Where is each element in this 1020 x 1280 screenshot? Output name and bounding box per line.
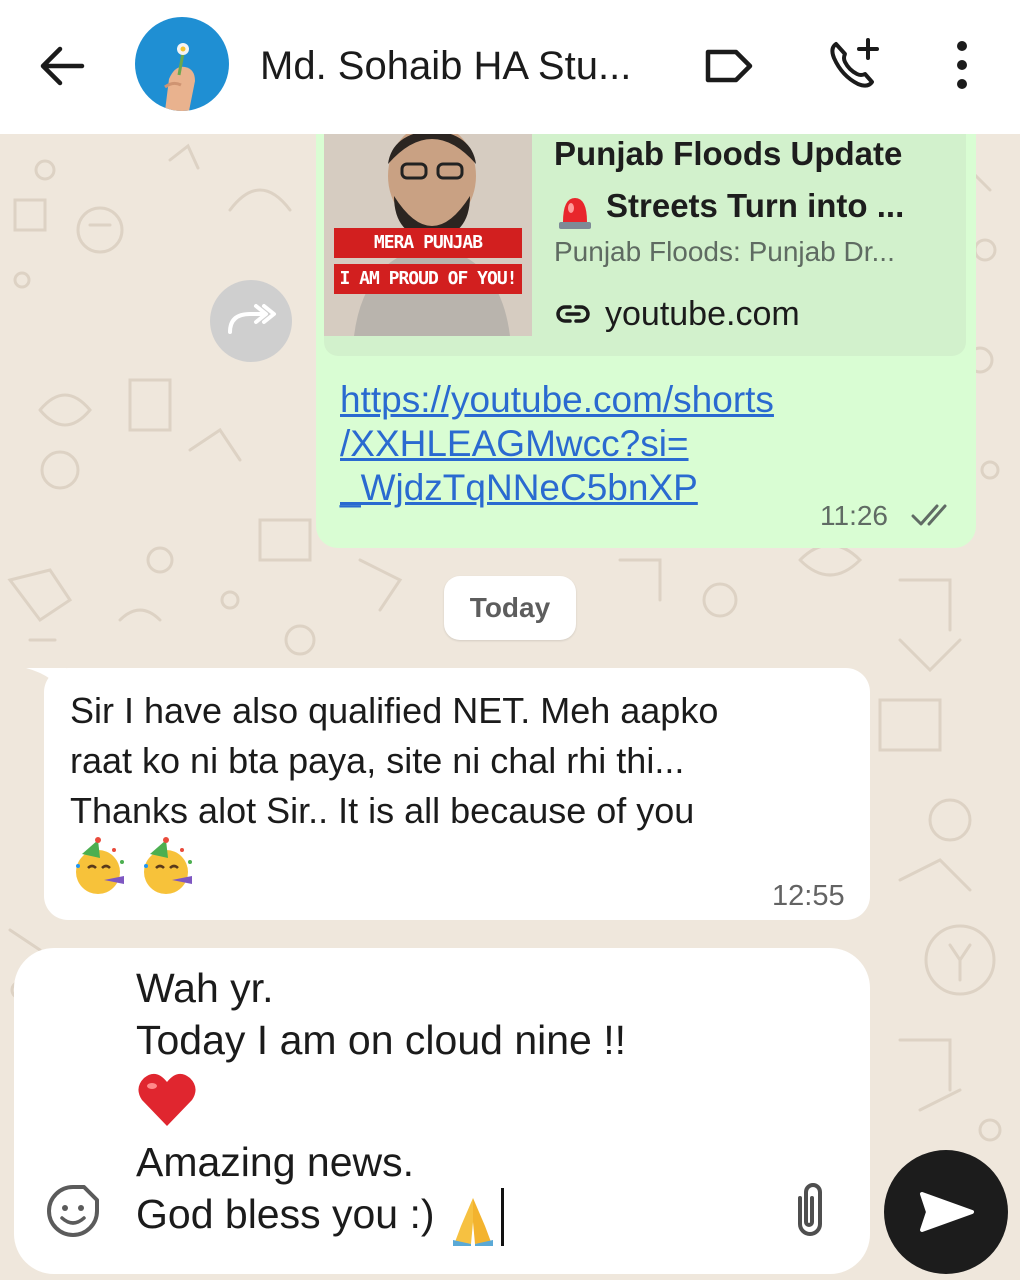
forward-button[interactable]: [210, 280, 292, 362]
partying-face-emoji-icon: [144, 837, 193, 894]
avatar-hand-flower-image: [164, 43, 195, 111]
thumbnail-caption-1: MERA PUNJAB: [334, 228, 522, 258]
send-arrow-icon: [920, 1192, 974, 1232]
outgoing-timestamp: 11:26: [820, 500, 888, 531]
incoming-message-text: Sir I have also qualified NET. Meh aapko…: [70, 690, 719, 831]
composer-line-4: God bless you :): [136, 1191, 435, 1237]
chat-header: Md. Sohaib HA Stu...: [0, 0, 1020, 134]
composer-line-4-wrap: God bless you :): [136, 1188, 756, 1246]
partying-face-emoji-icon: [76, 837, 124, 894]
preview-domain: youtube.com: [605, 295, 800, 333]
preview-title-line1: Punjab Floods Update: [554, 135, 903, 172]
more-options-icon[interactable]: [948, 38, 976, 94]
preview-description: Punjab Floods: Punjab Dr...: [554, 236, 895, 267]
url-line-1: https://youtube.com/shorts: [340, 379, 774, 420]
thumbnail-person-image: [324, 116, 532, 336]
contact-avatar[interactable]: [135, 17, 229, 111]
red-heart-emoji-icon: [138, 1073, 196, 1126]
youtube-url-link[interactable]: https://youtube.com/shorts /XXHLEAGMwcc?…: [340, 378, 900, 510]
contact-name[interactable]: Md. Sohaib HA Stu...: [260, 36, 670, 96]
forward-icon: [228, 304, 276, 334]
folded-hands-emoji-icon: [452, 1198, 493, 1246]
preview-title-line2: Streets Turn into ...: [606, 187, 905, 224]
send-button[interactable]: [884, 1150, 1008, 1274]
thumbnail-caption-2: I AM PROUD OF YOU!: [334, 264, 522, 294]
text-cursor: [500, 1188, 504, 1246]
add-call-icon[interactable]: [826, 36, 882, 92]
siren-emoji-icon: [559, 198, 591, 229]
composer-line-3: Amazing news.: [136, 1139, 415, 1185]
back-arrow-icon[interactable]: [36, 40, 88, 92]
sticker-emoji-icon[interactable]: [44, 1182, 102, 1240]
incoming-timestamp: 12:55: [772, 880, 845, 912]
paperclip-attach-icon[interactable]: [786, 1178, 834, 1242]
video-thumbnail: MERA PUNJAB I AM PROUD OF YOU!: [324, 116, 532, 336]
double-check-read-icon: [911, 504, 947, 526]
incoming-emoji-row: [68, 836, 200, 898]
label-tag-icon[interactable]: [700, 40, 756, 92]
link-chain-icon: [556, 305, 590, 323]
url-line-3: _WjdzTqNNeC5bnXP: [340, 467, 698, 508]
composer-line-2: Today I am on cloud nine !!: [136, 1017, 627, 1063]
url-line-2: /XXHLEAGMwcc?si=: [340, 423, 689, 464]
date-separator: Today: [444, 576, 576, 640]
link-preview-card[interactable]: MERA PUNJAB I AM PROUD OF YOU! Punjab Fl…: [324, 116, 966, 356]
composer-line-1: Wah yr.: [136, 965, 274, 1011]
composer-heart-line: [136, 1066, 756, 1136]
message-input[interactable]: Wah yr. Today I am on cloud nine !! Amaz…: [136, 962, 756, 1246]
